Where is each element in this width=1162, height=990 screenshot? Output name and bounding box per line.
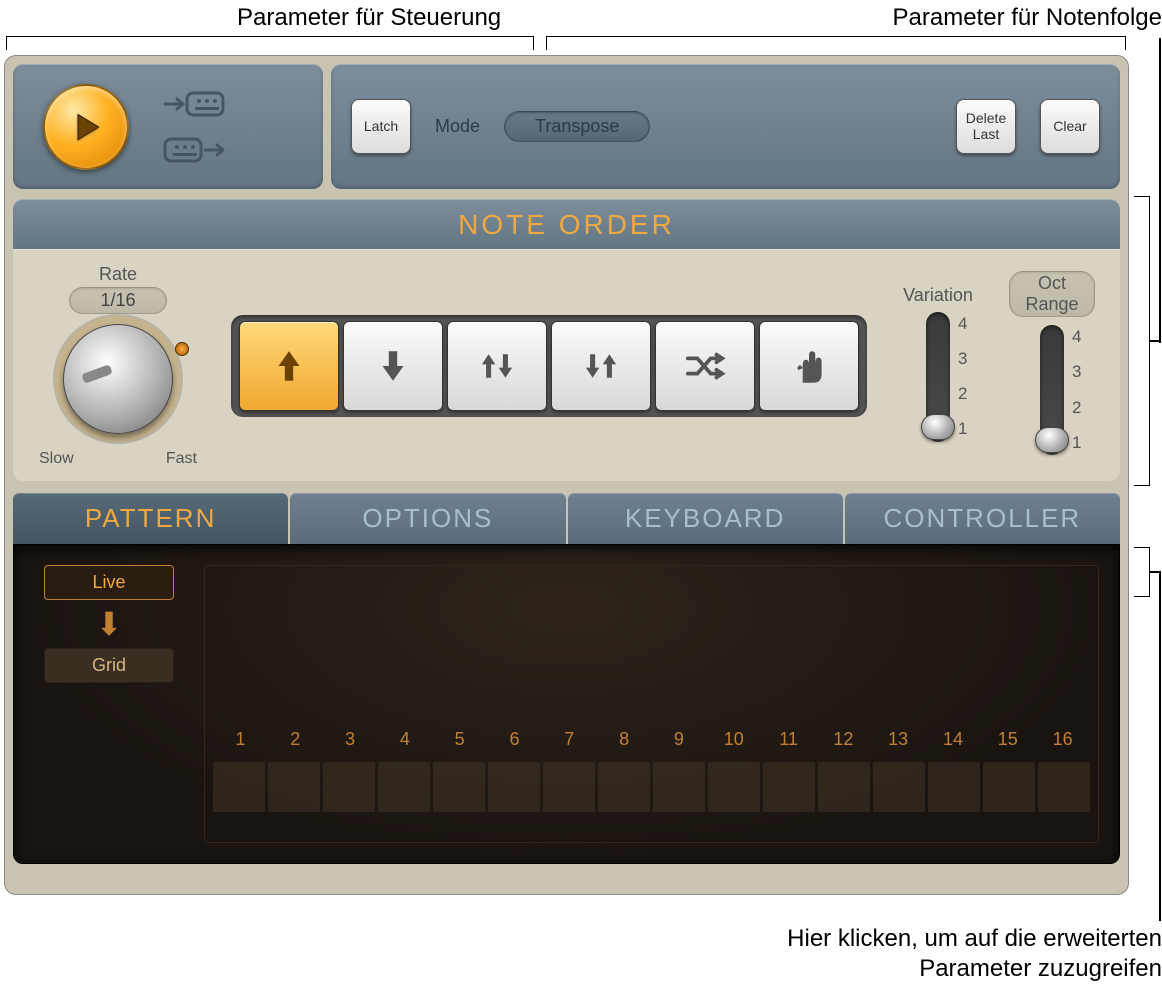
variation-ticks: 4 3 2 1 [958,314,967,440]
midi-out-icon[interactable] [159,131,229,169]
midi-in-icon[interactable] [159,85,229,123]
callout-bracket-action [546,36,1126,50]
note-order-title: NOTE ORDER [13,199,1120,249]
step-numbers: 1 2 3 4 5 6 7 8 9 10 11 12 13 14 15 16 [205,729,1098,750]
play-button[interactable] [43,84,129,170]
variation-slider-thumb[interactable] [921,414,955,440]
arpeggiator-plugin-window: Latch Mode Transpose Delete Last Clear N… [4,55,1129,895]
direction-outsidein-button[interactable] [551,321,651,411]
callout-leader-tabs-down [1159,571,1161,921]
octrange-slider[interactable] [1040,325,1064,455]
annotation-extended-1: Hier klicken, um auf die erweiterten [787,925,1162,953]
note-order-section: NOTE ORDER Rate 1/16 Slow Fast [13,199,1120,481]
shuffle-icon [684,345,726,387]
callout-leader-noteorder-down [1159,38,1161,343]
step-grid[interactable]: 1 2 3 4 5 6 7 8 9 10 11 12 13 14 15 16 [204,565,1099,843]
midi-routing-icons [159,85,229,169]
rate-led [175,342,189,356]
direction-down-button[interactable] [343,321,443,411]
tab-keyboard[interactable]: KEYBOARD [568,493,843,544]
live-button[interactable]: Live [44,565,174,600]
arrow-updown-icon [476,345,518,387]
octrange-slider-block: Oct Range 4 3 2 1 [1009,271,1095,460]
latch-button[interactable]: Latch [351,99,411,154]
variation-slider-block: Variation 4 3 2 1 [895,285,981,447]
annotation-control-params: Parameter für Steuerung [237,4,501,32]
grid-button[interactable]: Grid [44,648,174,683]
play-icon [69,110,103,144]
callout-bracket-tabs [1134,547,1150,597]
live-to-grid-arrow-icon[interactable]: ⬇ [96,608,123,640]
rate-block: Rate 1/16 Slow Fast [33,264,203,468]
direction-asplayed-button[interactable] [759,321,859,411]
arrow-up-icon [268,345,310,387]
tab-pattern[interactable]: PATTERN [13,493,288,544]
octrange-slider-thumb[interactable] [1035,427,1069,453]
clear-button[interactable]: Clear [1040,99,1100,154]
mode-select[interactable]: Transpose [504,111,650,142]
step-bars[interactable] [213,762,1090,812]
octrange-label[interactable]: Oct Range [1009,271,1095,317]
direction-button-group [231,315,867,417]
callout-bracket-noteorder [1134,196,1150,486]
direction-up-button[interactable] [239,321,339,411]
delete-last-button[interactable]: Delete Last [956,99,1016,154]
arrow-outsidein-icon [580,345,622,387]
extended-tabs: PATTERN OPTIONS KEYBOARD CONTROLLER [13,493,1120,544]
pattern-panel: Live ⬇ Grid 1 2 3 4 5 6 7 8 9 10 11 12 1… [13,544,1120,864]
tab-controller[interactable]: CONTROLLER [845,493,1120,544]
octrange-ticks: 4 3 2 1 [1072,327,1081,453]
arrow-down-icon [372,345,414,387]
mode-label: Mode [435,116,480,137]
annotation-extended-2: Parameter zuzugreifen [919,955,1162,983]
rate-value[interactable]: 1/16 [69,287,166,314]
rate-knob[interactable] [63,324,173,434]
callout-bracket-control [6,36,534,50]
rate-label: Rate [33,264,203,285]
control-panel [13,64,323,189]
action-panel: Latch Mode Transpose Delete Last Clear [331,64,1120,189]
direction-updown-button[interactable] [447,321,547,411]
direction-random-button[interactable] [655,321,755,411]
annotation-noteorder-params: Parameter für Notenfolge [893,4,1162,32]
variation-slider[interactable] [926,312,950,442]
variation-label: Variation [895,285,981,306]
tab-options[interactable]: OPTIONS [290,493,565,544]
hand-icon [788,345,830,387]
